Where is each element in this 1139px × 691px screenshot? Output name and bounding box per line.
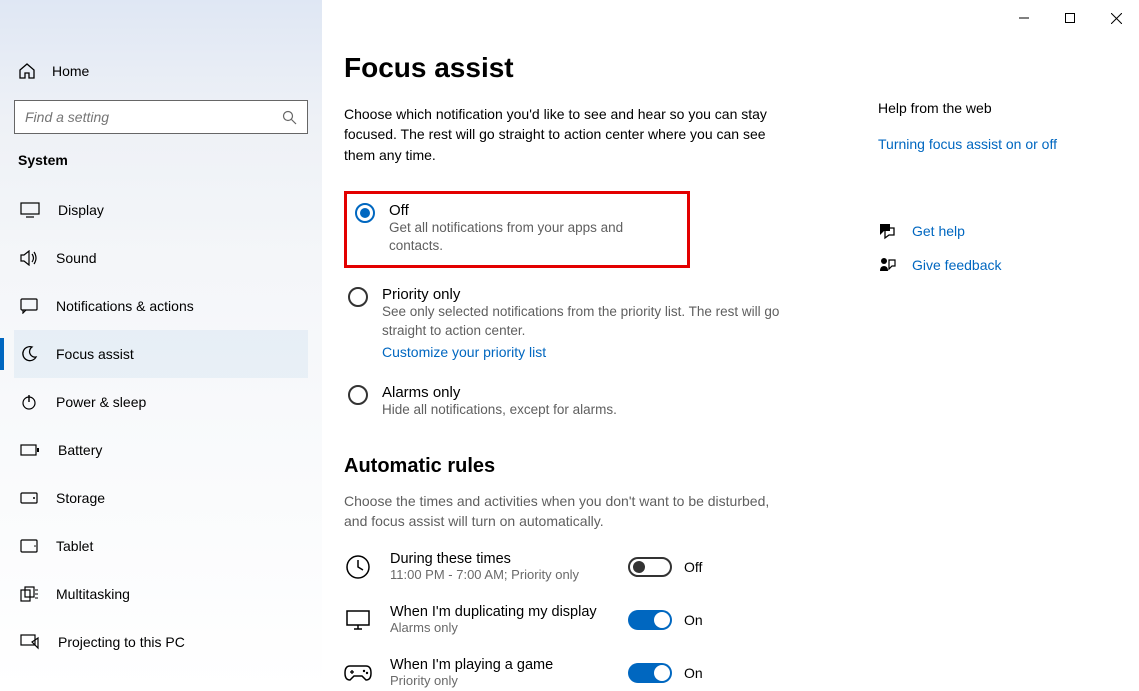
nav-home-label: Home xyxy=(52,63,89,79)
nav-focus-assist[interactable]: Focus assist xyxy=(14,330,308,378)
radio-priority-title: Priority only xyxy=(382,286,802,303)
radio-priority-only[interactable]: Priority only See only selected notifica… xyxy=(344,280,824,367)
help-link-focus-assist[interactable]: Turning focus assist on or off xyxy=(878,136,1128,152)
nav-label: Multitasking xyxy=(56,586,130,602)
storage-icon xyxy=(20,492,38,504)
tablet-icon xyxy=(20,539,38,553)
search-input[interactable] xyxy=(25,109,265,125)
rule-during-times[interactable]: During these times 11:00 PM - 7:00 AM; P… xyxy=(344,551,1139,582)
nav-sound[interactable]: Sound xyxy=(14,234,308,282)
monitor-icon xyxy=(344,609,372,631)
get-help-link[interactable]: Get help xyxy=(878,222,1128,240)
rule-toggle[interactable] xyxy=(628,663,672,683)
radio-alarms-sub: Hide all notifications, except for alarm… xyxy=(382,401,617,419)
feedback-icon xyxy=(878,256,896,274)
rule-sub: Priority only xyxy=(390,673,610,688)
nav-multitasking[interactable]: Multitasking xyxy=(14,570,308,618)
nav-label: Battery xyxy=(58,442,102,458)
nav-label: Focus assist xyxy=(56,346,134,362)
sidebar-section-label: System xyxy=(14,152,308,168)
radio-off-title: Off xyxy=(389,202,675,219)
sound-icon xyxy=(20,250,38,266)
radio-alarms-only[interactable]: Alarms only Hide all notifications, exce… xyxy=(344,378,824,425)
nav-tablet[interactable]: Tablet xyxy=(14,522,308,570)
nav-label: Power & sleep xyxy=(56,394,146,410)
radio-off-sub: Get all notifications from your apps and… xyxy=(389,219,675,255)
nav-battery[interactable]: Battery xyxy=(14,426,308,474)
rule-sub: 11:00 PM - 7:00 AM; Priority only xyxy=(390,567,610,582)
rule-duplicating-display[interactable]: When I'm duplicating my display Alarms o… xyxy=(344,604,1139,635)
nav-home[interactable]: Home xyxy=(14,54,308,88)
clock-icon xyxy=(344,554,372,580)
sidebar: Home System Display Sound Notifications … xyxy=(0,0,322,691)
give-feedback-label: Give feedback xyxy=(912,257,1002,273)
rule-title: When I'm playing a game xyxy=(390,657,610,673)
nav-label: Storage xyxy=(56,490,105,506)
automatic-rules-desc: Choose the times and activities when you… xyxy=(344,492,784,531)
rule-toggle[interactable] xyxy=(628,557,672,577)
power-icon xyxy=(20,393,38,411)
nav-storage[interactable]: Storage xyxy=(14,474,308,522)
rule-playing-game[interactable]: When I'm playing a game Priority only On xyxy=(344,657,1139,688)
battery-icon xyxy=(20,444,40,456)
nav-label: Sound xyxy=(56,250,96,266)
nav-power-sleep[interactable]: Power & sleep xyxy=(14,378,308,426)
projecting-icon xyxy=(20,634,40,650)
help-header: Help from the web xyxy=(878,100,1128,116)
nav-label: Notifications & actions xyxy=(56,298,194,314)
customize-priority-link[interactable]: Customize your priority list xyxy=(382,344,546,360)
radio-indicator xyxy=(355,203,375,223)
nav-projecting[interactable]: Projecting to this PC xyxy=(14,618,308,666)
moon-icon xyxy=(20,345,38,363)
rule-toggle-label: On xyxy=(684,612,703,628)
page-title: Focus assist xyxy=(344,52,1139,84)
display-icon xyxy=(20,202,40,218)
nav-label: Display xyxy=(58,202,104,218)
search-input-wrapper[interactable] xyxy=(14,100,308,134)
multitasking-icon xyxy=(20,586,38,602)
search-icon xyxy=(282,110,297,125)
rule-sub: Alarms only xyxy=(390,620,610,635)
gamepad-icon xyxy=(344,664,372,682)
rule-title: When I'm duplicating my display xyxy=(390,604,610,620)
rule-toggle-label: Off xyxy=(684,559,702,575)
focus-mode-radio-group: Off Get all notifications from your apps… xyxy=(344,191,824,425)
radio-off[interactable]: Off Get all notifications from your apps… xyxy=(344,191,690,268)
nav-label: Tablet xyxy=(56,538,93,554)
nav-display[interactable]: Display xyxy=(14,186,308,234)
nav-label: Projecting to this PC xyxy=(58,634,185,650)
give-feedback-link[interactable]: Give feedback xyxy=(878,256,1128,274)
radio-indicator xyxy=(348,287,368,307)
automatic-rules-header: Automatic rules xyxy=(344,455,1139,478)
radio-alarms-title: Alarms only xyxy=(382,384,617,401)
rule-title: During these times xyxy=(390,551,610,567)
nav-notifications[interactable]: Notifications & actions xyxy=(14,282,308,330)
page-description: Choose which notification you'd like to … xyxy=(344,104,784,165)
radio-priority-sub: See only selected notifications from the… xyxy=(382,303,802,339)
notifications-icon xyxy=(20,298,38,314)
get-help-label: Get help xyxy=(912,223,965,239)
home-icon xyxy=(18,62,36,80)
rule-toggle[interactable] xyxy=(628,610,672,630)
help-panel: Help from the web Turning focus assist o… xyxy=(878,100,1128,290)
help-chat-icon xyxy=(878,222,896,240)
rule-toggle-label: On xyxy=(684,665,703,681)
radio-indicator xyxy=(348,385,368,405)
